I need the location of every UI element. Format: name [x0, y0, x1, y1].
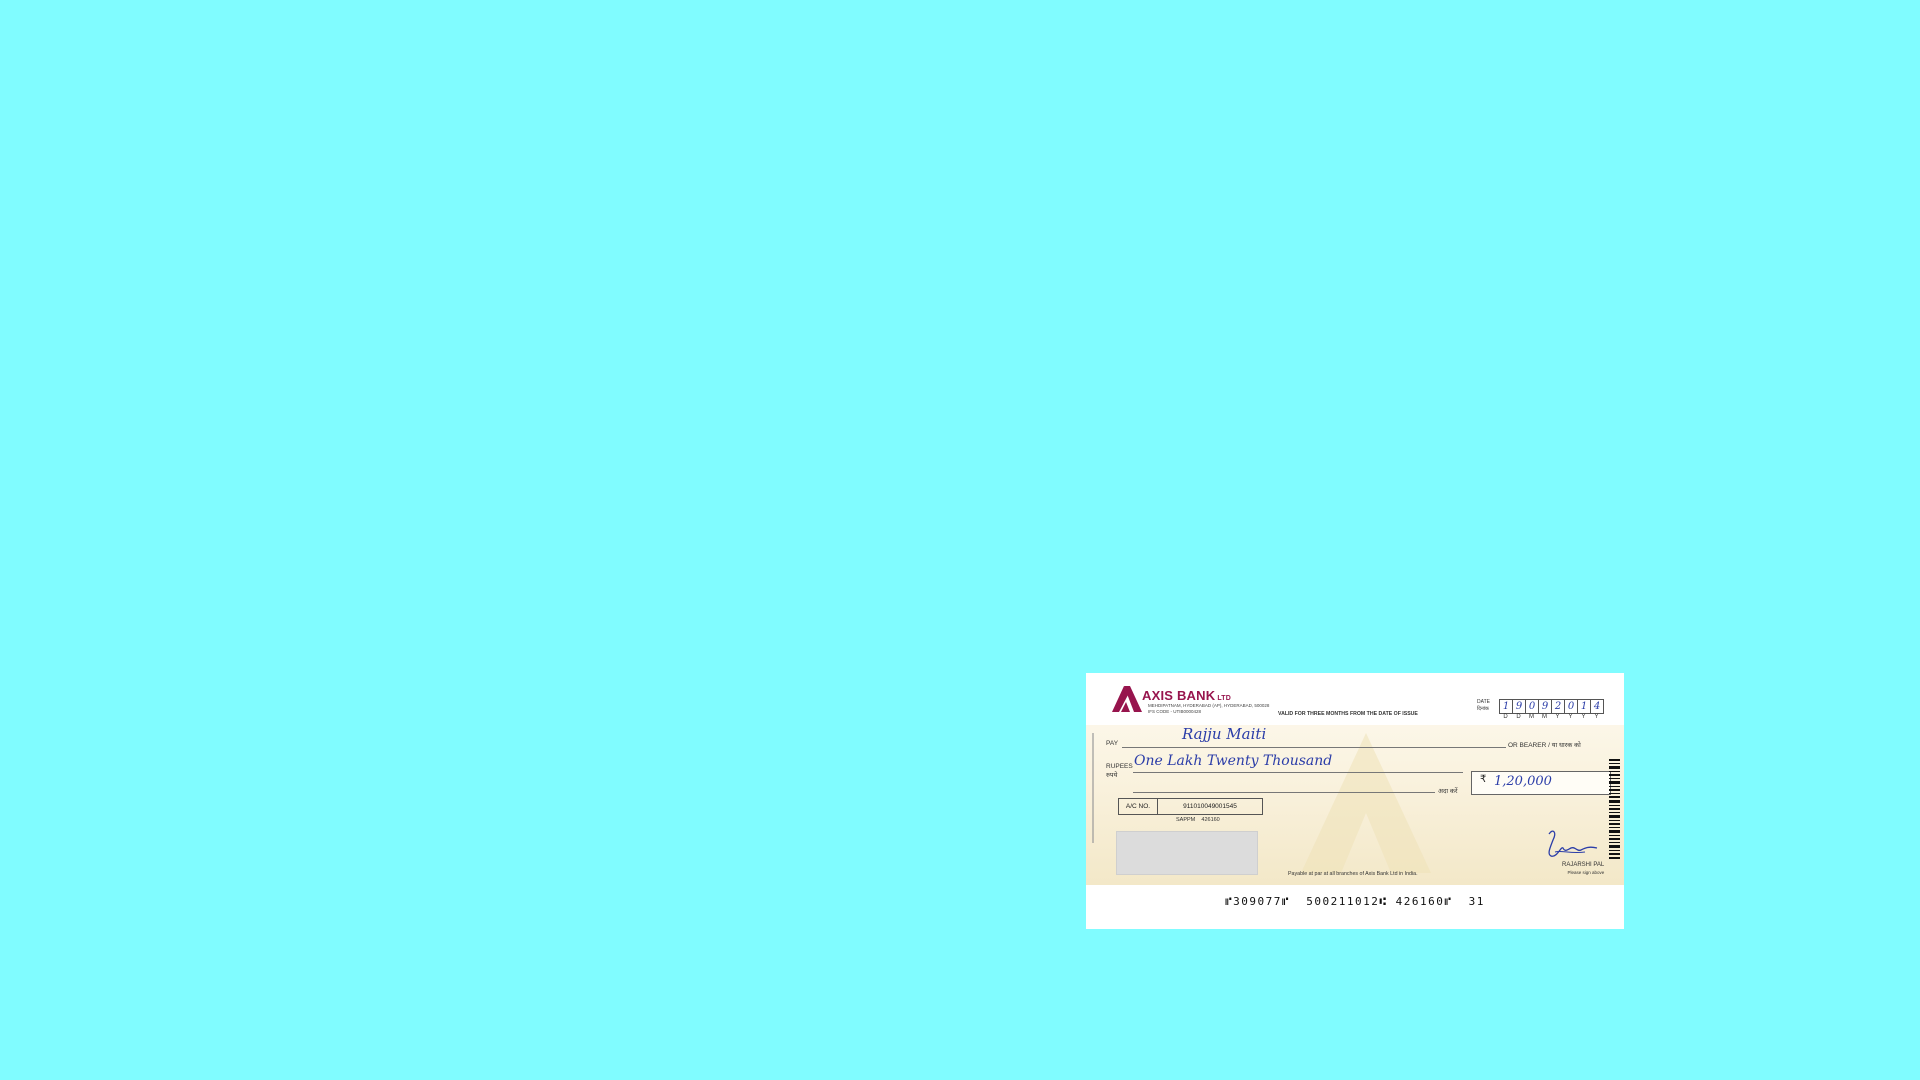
amount-figures-box: ₹ 1,20,000 [1471, 771, 1611, 795]
code-value: 426160 [1201, 817, 1220, 823]
side-microtext-icon [1092, 733, 1094, 843]
cheque: AXIS BANK LTD MEHDIPATNAM, HYDERABAD (AP)… [1086, 673, 1624, 929]
micr-line: ⑈309077⑈ 500211012⑆ 426160⑈ 31 [1225, 895, 1485, 908]
date-format-char: Y [1568, 714, 1573, 720]
date-label-hi: दिनांक [1477, 706, 1489, 712]
date-digit: 9 [1539, 700, 1552, 713]
date-field: 1 9 0 9 2 0 1 4 [1499, 699, 1604, 714]
date-format-char: Y [1581, 714, 1586, 720]
amount-figures: 1,20,000 [1494, 774, 1552, 789]
date-label: DATE दिनांक [1477, 699, 1490, 713]
branch-address: MEHDIPATNAM, HYDERABAD (AP), HYDERABAD, … [1148, 703, 1269, 715]
ifs-code: IFS CODE - UTIB0000428 [1148, 709, 1202, 714]
amount-words: One Lakh Twenty Thousand [1134, 753, 1333, 769]
code-label: SAPPM [1176, 817, 1196, 823]
date-label-en: DATE [1477, 699, 1490, 705]
date-format-char: Y [1594, 714, 1599, 720]
date-digit: 0 [1526, 700, 1539, 713]
account-number-label: A/C NO. [1119, 799, 1158, 814]
stamp-area [1116, 831, 1258, 875]
pay-label: PAY [1106, 740, 1119, 747]
date-format-char: M [1529, 714, 1534, 720]
rupees-label-en: RUPEES [1106, 763, 1133, 770]
rupees-label: RUPEES रुपये [1106, 762, 1133, 780]
bank-suffix: LTD [1217, 695, 1231, 702]
payee-line [1122, 747, 1506, 748]
date-format-char: D [1503, 714, 1508, 720]
bank-name: AXIS BANK LTD [1142, 688, 1231, 703]
rupees-label-hi: रुपये [1106, 772, 1118, 779]
date-format-char: Y [1555, 714, 1560, 720]
signatory: RAJARSHI PAL Please sign above [1562, 861, 1604, 877]
amount-words-line [1133, 772, 1463, 773]
date-digit: 1 [1500, 700, 1513, 713]
rupee-symbol: ₹ [1480, 774, 1487, 785]
date-digit: 4 [1593, 701, 1601, 712]
sign-note: Please sign above [1567, 870, 1605, 875]
payee-name: Rajju Maiti [1182, 725, 1267, 743]
payable-note: Payable at par at all branches of Axis B… [1288, 871, 1418, 877]
amount-words-line-2 [1133, 792, 1435, 793]
signature-icon [1548, 830, 1598, 857]
date-format-char: M [1542, 714, 1547, 720]
validity-note: VALID FOR THREE MONTHS FROM THE DATE OF … [1278, 711, 1418, 717]
date-digit: 2 [1552, 700, 1565, 713]
branch-code-line: SAPPM 426160 [1176, 817, 1220, 823]
account-number: 911010049001545 [1183, 803, 1237, 810]
bearer-label: OR BEARER / या धारक को [1508, 742, 1581, 749]
axis-watermark-icon [1301, 733, 1431, 873]
axis-logo-icon [1112, 686, 1142, 712]
page-background: { "cheque": { "bank_name": "AXIS BANK", … [0, 0, 1920, 1080]
account-number-box: A/C NO. 911010049001545 [1118, 798, 1263, 815]
date-digit: 0 [1565, 700, 1578, 713]
date-digit: 1 [1578, 700, 1591, 713]
signatory-name: RAJARSHI PAL [1562, 862, 1605, 868]
date-format-char: D [1516, 714, 1521, 720]
date-digit: 9 [1513, 700, 1526, 713]
date-format-hint: D D M M Y Y Y Y [1499, 714, 1603, 720]
ada-karen-label: अदा करें [1438, 788, 1458, 795]
barcode-icon [1609, 759, 1620, 859]
